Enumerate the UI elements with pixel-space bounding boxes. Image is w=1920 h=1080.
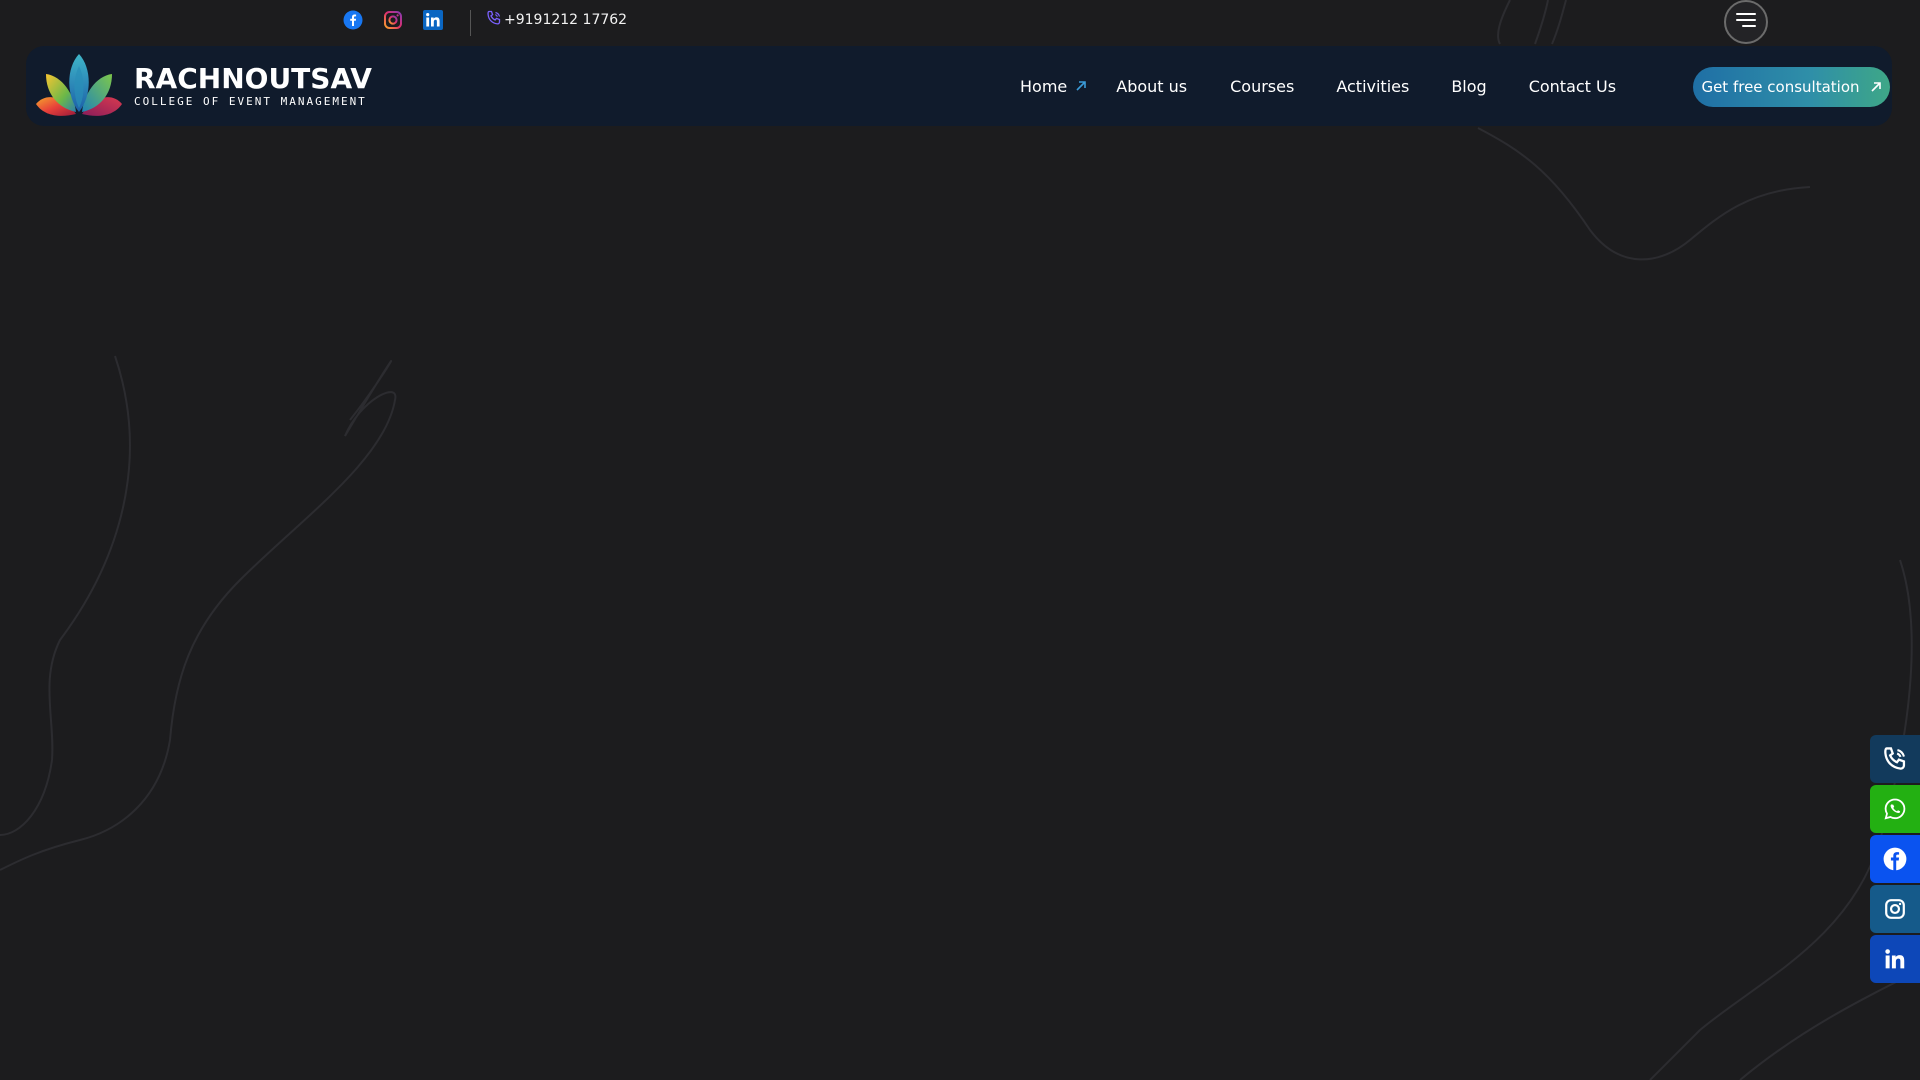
nav-about[interactable]: About us xyxy=(1116,77,1187,96)
nav-blog-label: Blog xyxy=(1451,76,1487,96)
float-instagram-button[interactable] xyxy=(1870,885,1920,933)
linkedin-icon[interactable] xyxy=(421,8,445,32)
nav-courses[interactable]: Courses xyxy=(1230,77,1294,96)
nav-activities[interactable]: Activities xyxy=(1336,77,1409,96)
nav-home-label: Home xyxy=(1020,76,1068,96)
main-header: RACHNOUTSAV COLLEGE OF EVENT MANAGEMENT … xyxy=(26,46,1892,126)
nav-about-label: About us xyxy=(1116,76,1188,96)
logo[interactable]: RACHNOUTSAV COLLEGE OF EVENT MANAGEMENT xyxy=(32,48,372,124)
page: +9191212 17762 RACHNOUTSAV COLLEGE OF EV… xyxy=(0,0,1920,1080)
background-curves xyxy=(0,0,1920,1080)
linkedin-icon xyxy=(1884,948,1906,970)
lotus-logo-icon xyxy=(36,54,122,116)
free-consultation-button[interactable]: Get free consultation xyxy=(1693,67,1890,107)
arrow-up-right-icon xyxy=(1870,81,1882,93)
nav-activities-label: Activities xyxy=(1336,76,1410,96)
float-whatsapp-button[interactable] xyxy=(1870,785,1920,833)
nav-contact-label: Contact Us xyxy=(1528,76,1617,96)
nav-contact[interactable]: Contact Us xyxy=(1529,77,1616,96)
instagram-icon xyxy=(1884,898,1906,920)
hamburger-menu-button[interactable] xyxy=(1724,0,1768,44)
float-facebook-button[interactable] xyxy=(1870,835,1920,883)
facebook-icon[interactable] xyxy=(341,8,365,32)
phone-icon xyxy=(486,10,502,30)
float-linkedin-button[interactable] xyxy=(1870,935,1920,983)
nav-blog[interactable]: Blog xyxy=(1451,77,1486,96)
logo-title: RACHNOUTSAV xyxy=(134,62,372,95)
facebook-icon xyxy=(1883,847,1907,871)
float-phone-button[interactable] xyxy=(1870,735,1920,783)
phone-icon xyxy=(1882,746,1908,772)
nav-home[interactable]: Home xyxy=(1020,77,1087,96)
logo-subtitle: COLLEGE OF EVENT MANAGEMENT xyxy=(134,95,367,108)
cta-label: Get free consultation xyxy=(1701,78,1860,96)
top-bar: +9191212 17762 xyxy=(0,0,1920,44)
phone-number: +9191212 17762 xyxy=(504,12,628,28)
main-nav: Home About us Courses Activities Blog Co… xyxy=(1020,46,1616,126)
instagram-icon[interactable] xyxy=(381,8,405,32)
whatsapp-icon xyxy=(1883,797,1907,821)
arrow-up-right-icon xyxy=(1075,80,1087,92)
top-divider xyxy=(470,10,471,36)
menu-icon xyxy=(1733,11,1759,33)
phone-link[interactable]: +9191212 17762 xyxy=(486,10,627,30)
nav-courses-label: Courses xyxy=(1230,76,1295,96)
